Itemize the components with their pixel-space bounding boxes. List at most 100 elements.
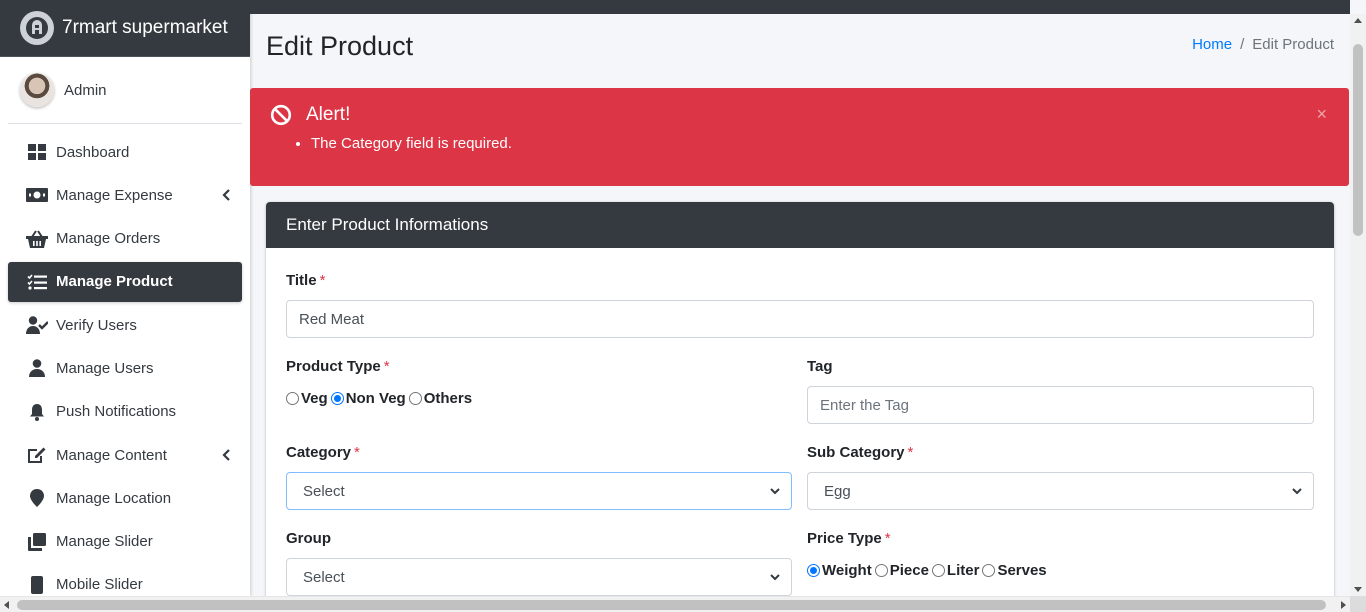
price-type-label-text: Price Type	[807, 530, 882, 547]
sidebar-item-manage-users[interactable]: Manage Users	[8, 348, 242, 388]
title-input[interactable]: Red Meat	[286, 300, 1314, 338]
price-type-liter-radio[interactable]	[931, 564, 945, 577]
price-type-option-label: Piece	[889, 562, 929, 579]
group-select[interactable]: Select	[286, 558, 792, 596]
sidebar-item-label: Verify Users	[56, 316, 137, 334]
required-mark: *	[319, 272, 326, 289]
product-type-veg-radio[interactable]	[286, 392, 299, 405]
clone-icon	[26, 532, 48, 552]
bell-icon	[26, 402, 48, 422]
group-label: Group	[286, 530, 331, 547]
chevron-left-icon	[220, 447, 232, 463]
sidebar-nav: Dashboard Manage Expense Manage Orders M…	[0, 124, 250, 596]
scroll-down-arrow-icon[interactable]	[1354, 587, 1362, 592]
tag-input[interactable]: Enter the Tag	[807, 386, 1314, 424]
product-type-label: Product Type *	[286, 358, 390, 375]
sub-category-label-text: Sub Category	[807, 444, 905, 461]
tag-label: Tag	[807, 358, 833, 375]
sidebar-item-manage-orders[interactable]: Manage Orders	[8, 219, 242, 259]
breadcrumb-current: Edit Product	[1252, 36, 1334, 53]
map-marker-icon	[26, 488, 48, 508]
brand-link[interactable]: 7rmart supermarket	[0, 0, 250, 57]
sidebar-item-mobile-slider[interactable]: Mobile Slider	[8, 565, 242, 596]
product-type-label-text: Product Type	[286, 358, 381, 375]
error-alert: Alert! The Category field is required. ×	[250, 88, 1349, 186]
scroll-left-arrow-icon[interactable]	[4, 601, 9, 609]
sidebar-item-label: Mobile Slider	[56, 576, 143, 594]
breadcrumb: Home / Edit Product	[1192, 36, 1334, 53]
required-mark: *	[383, 358, 390, 375]
price-type-label: Price Type *	[807, 530, 891, 547]
price-type-option-label: Liter	[946, 562, 980, 579]
sub-category-select-value: Egg	[824, 482, 851, 500]
edit-icon	[26, 445, 48, 465]
category-select-value: Select	[303, 482, 345, 500]
sidebar-item-dashboard[interactable]: Dashboard	[8, 132, 242, 172]
product-type-non-veg-radio[interactable]	[330, 392, 344, 405]
dashboard-icon	[26, 142, 48, 162]
scroll-up-arrow-icon[interactable]	[1354, 18, 1362, 23]
sidebar-item-manage-product[interactable]: Manage Product	[8, 261, 242, 302]
breadcrumb-home-link[interactable]: Home	[1192, 36, 1232, 53]
sidebar-item-label: Manage Expense	[56, 186, 173, 204]
product-type-option-label: Others	[423, 390, 473, 407]
sub-category-select[interactable]: Egg	[807, 472, 1314, 510]
category-select[interactable]: Select	[286, 472, 792, 510]
category-label-text: Category	[286, 444, 352, 461]
title-label: Title *	[286, 272, 325, 289]
price-type-weight-radio[interactable]	[807, 564, 820, 577]
vertical-scrollbar[interactable]	[1350, 14, 1366, 596]
sidebar-item-label: Manage Slider	[56, 533, 153, 551]
sidebar-item-push-notifications[interactable]: Push Notifications	[8, 392, 242, 432]
sidebar-item-label: Manage Users	[56, 359, 154, 377]
alert-close-button[interactable]: ×	[1316, 104, 1327, 125]
top-navbar	[250, 0, 1350, 14]
scroll-right-arrow-icon[interactable]	[1341, 601, 1346, 609]
card-title: Enter Product Informations	[266, 202, 1334, 248]
price-type-serves-radio[interactable]	[982, 564, 996, 577]
sidebar-item-label: Manage Product	[56, 273, 173, 291]
horizontal-scrollbar[interactable]	[0, 596, 1366, 612]
user-panel[interactable]: Admin	[8, 57, 242, 124]
alert-message: The Category field is required.	[311, 135, 1329, 152]
user-check-icon	[26, 315, 48, 335]
sidebar-item-manage-location[interactable]: Manage Location	[8, 478, 242, 518]
mobile-icon	[26, 575, 48, 595]
page-title: Edit Product	[266, 31, 414, 61]
price-type-option-label: Weight	[822, 562, 872, 579]
avatar	[20, 73, 54, 107]
breadcrumb-separator: /	[1240, 36, 1245, 53]
money-bill-icon	[26, 185, 48, 205]
product-type-others-radio[interactable]	[408, 392, 422, 405]
brand-logo-icon	[20, 11, 54, 45]
user-name[interactable]: Admin	[64, 82, 107, 99]
main-content: Edit Product Home / Edit Product Alert! …	[250, 14, 1350, 596]
vertical-scroll-thumb[interactable]	[1353, 44, 1363, 236]
sidebar-item-label: Push Notifications	[56, 403, 177, 421]
sidebar-item-manage-expense[interactable]: Manage Expense	[8, 175, 242, 215]
sidebar-item-label: Dashboard	[56, 143, 130, 161]
sidebar-item-label: Manage Content	[56, 446, 167, 464]
sidebar-item-manage-slider[interactable]: Manage Slider	[8, 522, 242, 562]
basket-icon	[26, 229, 48, 249]
price-type-radio-group: Weight Piece Liter Serves	[807, 562, 1050, 579]
chevron-left-icon	[220, 187, 232, 203]
sidebar-item-manage-content[interactable]: Manage Content	[8, 435, 242, 475]
required-mark: *	[907, 444, 914, 461]
scrollbar-corner	[1350, 596, 1366, 612]
alert-title: Alert!	[306, 104, 351, 125]
product-form-card: Enter Product Informations Title * Red Me…	[266, 202, 1334, 596]
category-label: Category *	[286, 444, 360, 461]
ban-icon	[270, 104, 292, 126]
brand-name: 7rmart supermarket	[62, 17, 228, 38]
product-type-option-label: Non Veg	[345, 390, 406, 407]
chevron-down-icon	[770, 488, 780, 495]
sidebar: 7rmart supermarket Admin Dashboard Manag…	[0, 0, 250, 596]
price-type-piece-radio[interactable]	[874, 564, 888, 577]
sidebar-item-label: Manage Location	[56, 489, 172, 507]
sidebar-item-verify-users[interactable]: Verify Users	[8, 305, 242, 345]
group-select-value: Select	[303, 568, 345, 586]
required-mark: *	[354, 444, 360, 461]
horizontal-scroll-thumb[interactable]	[17, 600, 1326, 610]
user-icon	[26, 358, 48, 378]
